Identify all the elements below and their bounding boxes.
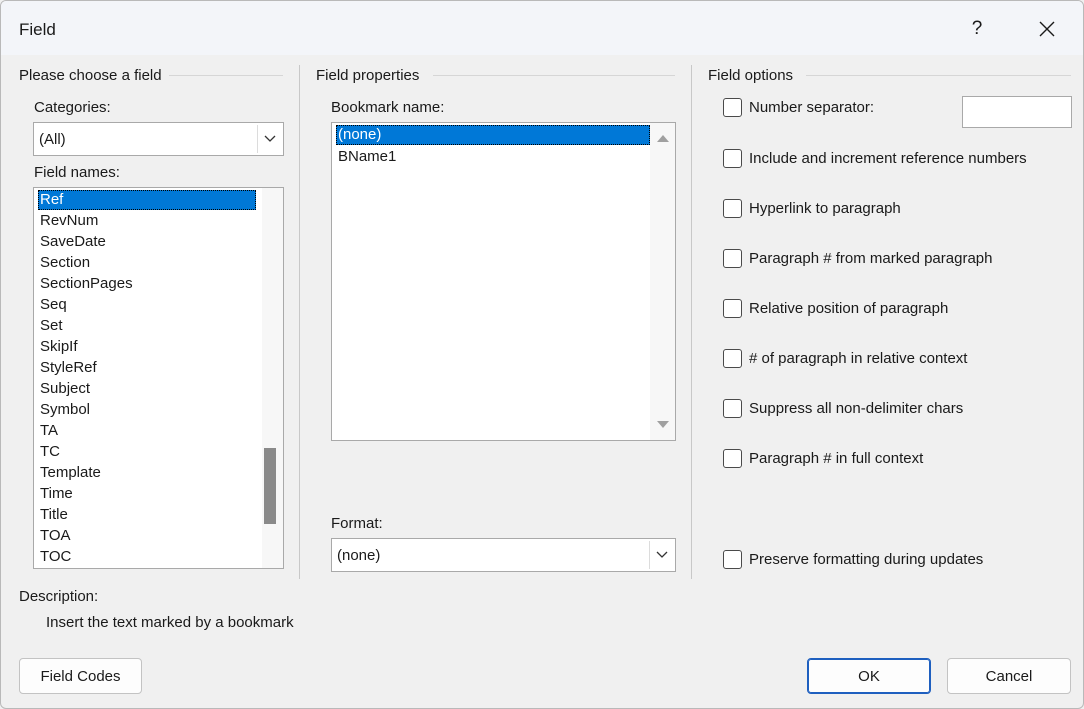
categories-label: Categories: [34, 99, 111, 116]
scroll-up-icon[interactable] [657, 134, 669, 142]
field-name-item[interactable]: TA [38, 421, 256, 441]
chevron-down-icon[interactable] [649, 541, 673, 569]
full-context-checkbox[interactable] [723, 448, 742, 468]
options-section-divider [806, 75, 1071, 76]
description-label: Description: [19, 588, 99, 605]
bookmark-item[interactable]: BName1 [336, 147, 650, 167]
relative-context-label: # of paragraph in relative context [749, 349, 968, 367]
bookmark-scrollbar[interactable] [650, 123, 675, 440]
properties-section-divider [433, 75, 675, 76]
include-increment-checkbox[interactable] [723, 148, 742, 168]
field-codes-label: Field Codes [40, 667, 121, 685]
cancel-button[interactable]: Cancel [947, 658, 1071, 694]
field-names-scrollbar[interactable] [262, 188, 283, 568]
field-name-item[interactable]: Template [38, 463, 256, 483]
field-name-item[interactable]: Subject [38, 379, 256, 399]
field-name-item[interactable]: Symbol [38, 400, 256, 420]
number-separator-label: Number separator: [749, 98, 875, 116]
properties-section-title: Field properties [316, 67, 420, 84]
full-context-label: Paragraph # in full context [749, 449, 924, 467]
column-divider-2 [691, 65, 692, 579]
suppress-chars-checkbox[interactable] [723, 398, 742, 418]
field-codes-button[interactable]: Field Codes [19, 658, 142, 694]
preserve-formatting-option[interactable]: Preserve formatting during updates [723, 549, 983, 569]
paragraph-marked-label: Paragraph # from marked paragraph [749, 249, 993, 267]
help-icon: ? [971, 18, 983, 39]
field-name-item[interactable]: StyleRef [38, 358, 256, 378]
choose-section-divider [169, 75, 283, 76]
bookmark-name-label: Bookmark name: [331, 99, 445, 116]
number-separator-checkbox[interactable] [723, 97, 742, 117]
column-divider-1 [299, 65, 300, 579]
relative-position-label: Relative position of paragraph [749, 299, 949, 317]
field-name-item[interactable]: SaveDate [38, 232, 256, 252]
chevron-down-icon[interactable] [257, 125, 281, 153]
suppress-chars-label: Suppress all non-delimiter chars [749, 399, 964, 417]
help-button[interactable]: ? [957, 9, 997, 49]
field-dialog: Field ? Please choose a field Categories… [0, 0, 1084, 709]
preserve-formatting-checkbox[interactable] [723, 549, 742, 569]
relative-position-option[interactable]: Relative position of paragraph [723, 298, 948, 318]
close-button[interactable] [1027, 9, 1067, 49]
hyperlink-checkbox[interactable] [723, 198, 742, 218]
description-text: Insert the text marked by a bookmark [46, 614, 294, 631]
hyperlink-label: Hyperlink to paragraph [749, 199, 901, 217]
include-increment-label: Include and increment reference numbers [749, 149, 1027, 167]
field-names-scroll-thumb[interactable] [264, 448, 276, 524]
full-context-option[interactable]: Paragraph # in full context [723, 448, 923, 468]
cancel-label: Cancel [985, 667, 1033, 685]
hyperlink-option[interactable]: Hyperlink to paragraph [723, 198, 901, 218]
options-section-title: Field options [708, 67, 794, 84]
bookmark-item[interactable]: (none) [336, 125, 650, 145]
field-name-item[interactable]: TOA [38, 526, 256, 546]
relative-context-option[interactable]: # of paragraph in relative context [723, 348, 967, 368]
categories-dropdown[interactable]: (All) [33, 122, 284, 156]
format-label: Format: [331, 515, 383, 532]
field-name-item[interactable]: Section [38, 253, 256, 273]
field-name-item[interactable]: SectionPages [38, 274, 256, 294]
number-separator-input[interactable] [962, 96, 1072, 128]
relative-context-checkbox[interactable] [723, 348, 742, 368]
categories-value: (All) [39, 131, 66, 148]
paragraph-marked-option[interactable]: Paragraph # from marked paragraph [723, 248, 992, 268]
relative-position-checkbox[interactable] [723, 298, 742, 318]
suppress-chars-option[interactable]: Suppress all non-delimiter chars [723, 398, 963, 418]
ok-button[interactable]: OK [807, 658, 931, 694]
field-name-item[interactable]: Seq [38, 295, 256, 315]
field-name-item[interactable]: SkipIf [38, 337, 256, 357]
preserve-formatting-label: Preserve formatting during updates [749, 550, 984, 568]
field-name-item[interactable]: Ref [38, 190, 256, 210]
format-dropdown[interactable]: (none) [331, 538, 676, 572]
scroll-down-icon[interactable] [657, 421, 669, 429]
field-name-item[interactable]: Time [38, 484, 256, 504]
title-bar: Field ? [1, 1, 1083, 55]
ok-label: OK [858, 667, 880, 685]
dialog-title: Field [19, 20, 56, 39]
number-separator-option[interactable]: Number separator: [723, 97, 874, 117]
field-name-item[interactable]: TC [38, 442, 256, 462]
format-value: (none) [337, 547, 381, 564]
field-names-label: Field names: [34, 164, 120, 181]
paragraph-marked-checkbox[interactable] [723, 248, 742, 268]
include-increment-option[interactable]: Include and increment reference numbers [723, 148, 1027, 168]
choose-section-title: Please choose a field [19, 67, 162, 84]
field-name-item[interactable]: Set [38, 316, 256, 336]
close-icon [1039, 21, 1055, 37]
field-names-list[interactable]: Ref RevNum SaveDate Section SectionPages Seq S… [33, 187, 284, 569]
bookmark-list[interactable]: (none) BName1 [331, 122, 676, 441]
field-name-item[interactable]: TOC [38, 547, 256, 567]
field-name-item[interactable]: RevNum [38, 211, 256, 231]
field-name-item[interactable]: Title [38, 505, 256, 525]
